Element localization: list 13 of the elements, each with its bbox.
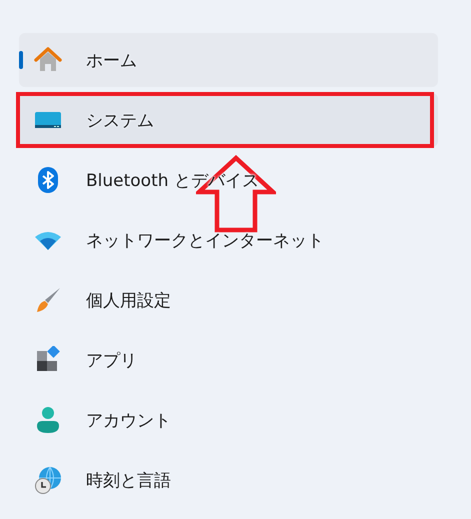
person-icon: [34, 406, 62, 434]
paintbrush-icon: [34, 286, 62, 314]
nav-item[interactable]: アカウント: [19, 393, 438, 447]
nav-item[interactable]: 個人用設定: [19, 273, 438, 327]
selection-indicator: [19, 51, 23, 69]
nav-item[interactable]: ネットワークとインターネット: [19, 213, 438, 267]
globe-clock-icon: [34, 466, 62, 494]
nav-item[interactable]: システム: [19, 93, 438, 147]
nav-item[interactable]: ホーム: [19, 33, 438, 87]
apps-icon: [34, 346, 62, 374]
home-icon: [34, 46, 62, 74]
nav-item[interactable]: アプリ: [19, 333, 438, 387]
nav-item[interactable]: 時刻と言語: [19, 453, 438, 507]
